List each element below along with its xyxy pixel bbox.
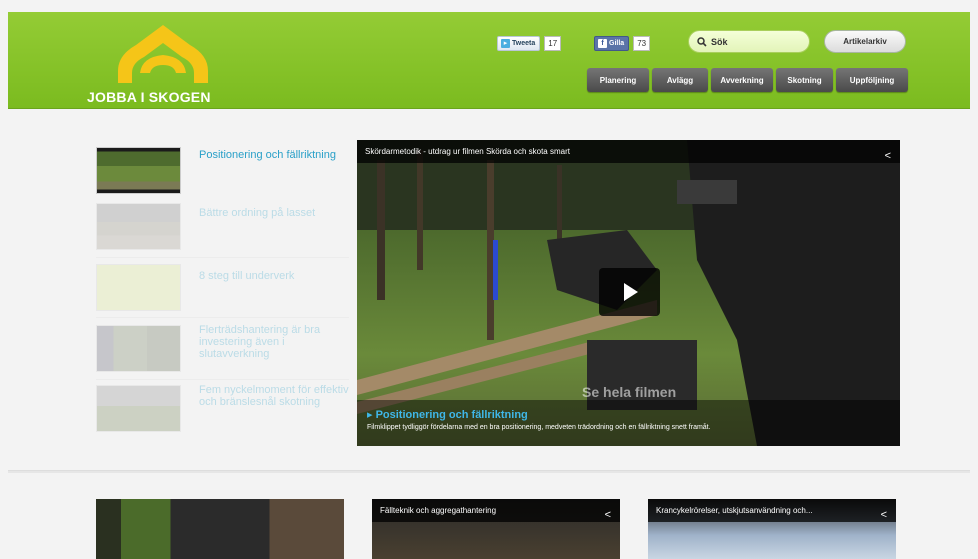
facebook-icon: f <box>598 38 607 48</box>
watch-full-film-link[interactable]: Se hela filmen <box>582 384 676 400</box>
playlist-item-title: Positionering och fällriktning <box>199 149 336 161</box>
logo-text: JOBBA I SKOGEN <box>87 89 211 105</box>
playlist-item[interactable]: 8 steg till underverk <box>96 258 349 318</box>
video-card[interactable]: Krancykelrörelser, utskjutsanvändning oc… <box>648 499 896 559</box>
tweet-button[interactable]: ▸ Tweeta <box>497 35 541 51</box>
playlist-thumbnail <box>96 385 181 432</box>
playlist-item-title: Flerträdshantering är bra investering äv… <box>199 324 321 360</box>
play-button[interactable] <box>599 268 660 316</box>
tweet-label: Tweeta <box>512 39 536 47</box>
like-label: Gilla <box>609 39 625 47</box>
like-button[interactable]: f Gilla <box>594 35 630 51</box>
playlist-item-title: 8 steg till underverk <box>199 270 295 282</box>
playlist-item-title: Bättre ordning på lasset <box>199 207 316 219</box>
playlist-thumbnail <box>96 147 181 194</box>
nav-skotning[interactable]: Skotning <box>776 68 833 92</box>
video-card[interactable]: Fällteknik och aggregathantering < <box>372 499 620 559</box>
twitter-bird-icon: ▸ <box>501 38 510 48</box>
tweet-widget: ▸ Tweeta 17 <box>497 35 562 51</box>
video-card-caption: Fällteknik och aggregathantering < <box>372 499 620 522</box>
video-card-title: Fällteknik och aggregathantering <box>380 506 497 515</box>
logo-mark-icon <box>118 25 208 83</box>
like-count: 73 <box>633 35 651 51</box>
like-widget: f Gilla 73 <box>594 35 651 51</box>
search-icon <box>697 36 707 47</box>
video-caption-title-text: Positionering och fällriktning <box>375 409 528 421</box>
search-input[interactable] <box>711 36 801 47</box>
playlist-thumbnail <box>96 264 181 311</box>
video-playlist: Positionering och fällriktning Bättre or… <box>96 140 349 440</box>
site-logo[interactable]: JOBBA I SKOGEN <box>86 12 236 109</box>
video-player[interactable]: Skördarmetodik - utdrag ur filmen Skörda… <box>357 140 900 446</box>
nav-uppfoljning[interactable]: Uppföljning <box>836 68 908 92</box>
share-icon[interactable]: < <box>605 504 611 527</box>
share-icon[interactable]: < <box>881 504 887 527</box>
play-icon <box>624 283 638 301</box>
playlist-thumbnail <box>96 203 181 250</box>
nav-avverkning[interactable]: Avverkning <box>711 68 773 92</box>
video-card-caption: Krancykelrörelser, utskjutsanvändning oc… <box>648 499 896 522</box>
playlist-item[interactable]: Flerträdshantering är bra investering äv… <box>96 318 349 380</box>
section-divider <box>8 470 970 473</box>
tweet-count: 17 <box>544 35 562 51</box>
playlist-item[interactable]: Bättre ordning på lasset <box>96 198 349 258</box>
video-caption-bar: ▸ Positionering och fällriktning Filmkli… <box>357 400 900 446</box>
playlist-item[interactable]: Positionering och fällriktning <box>96 140 349 198</box>
video-card-title: Krancykelrörelser, utskjutsanvändning oc… <box>656 506 813 515</box>
playlist-item-title: Fem nyckelmoment för effektiv och bränsl… <box>199 384 349 408</box>
article-archive-button[interactable]: Artikelarkiv <box>824 30 906 53</box>
nav-avlagg[interactable]: Avlägg <box>652 68 708 92</box>
video-description: Filmklippet tydliggör fördelarna med en … <box>367 424 711 431</box>
video-top-bar: Skördarmetodik - utdrag ur filmen Skörda… <box>357 140 900 163</box>
playlist-item[interactable]: Fem nyckelmoment för effektiv och bränsl… <box>96 380 349 440</box>
search-box <box>688 30 810 53</box>
share-icon[interactable]: < <box>885 145 891 168</box>
video-top-title: Skördarmetodik - utdrag ur filmen Skörda… <box>365 147 570 156</box>
video-caption-title[interactable]: ▸ Positionering och fällriktning <box>367 408 900 421</box>
video-card[interactable] <box>96 499 344 559</box>
site-header: JOBBA I SKOGEN ▸ Tweeta 17 f Gilla 73 Ar… <box>8 12 970 109</box>
nav-planering[interactable]: Planering <box>587 68 649 92</box>
playlist-thumbnail <box>96 325 181 372</box>
